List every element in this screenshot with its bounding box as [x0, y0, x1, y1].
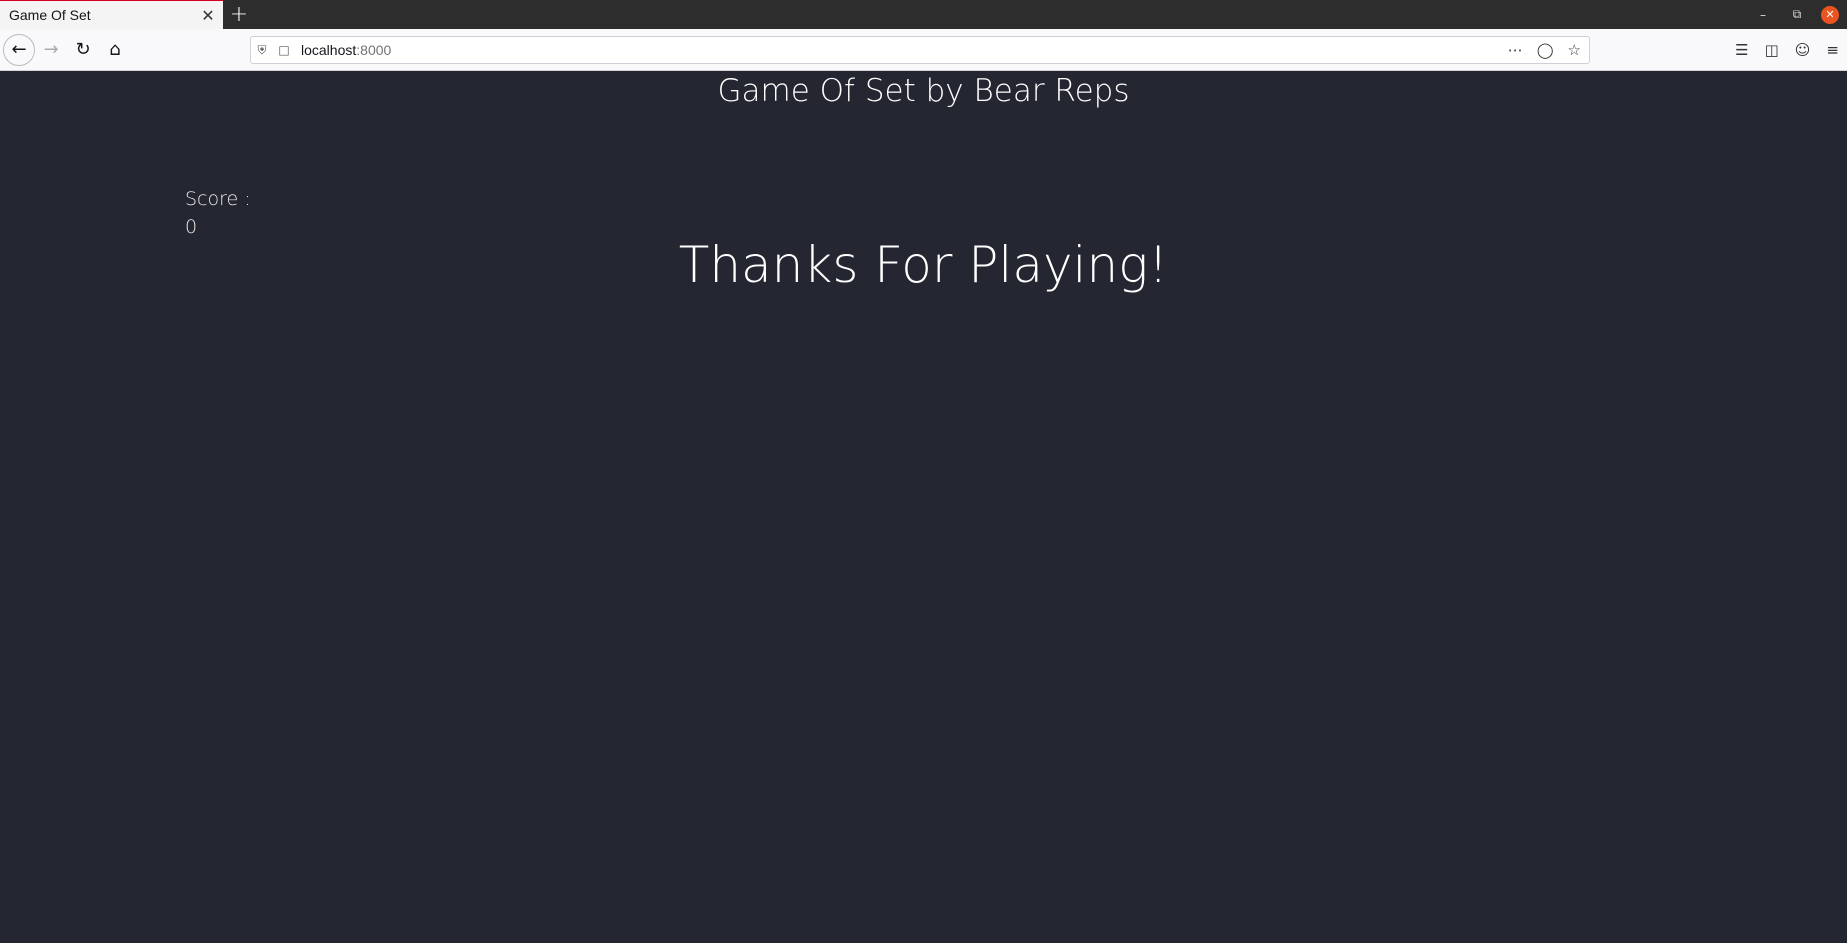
url-actions: ⋯ ◯ ☆: [1508, 41, 1581, 59]
more-actions-icon[interactable]: ⋯: [1508, 41, 1523, 59]
back-arrow-icon[interactable]: ←: [3, 33, 35, 66]
tab-game-of-set[interactable]: Game Of Set ✕: [0, 0, 223, 29]
close-tab-icon[interactable]: ✕: [199, 6, 217, 25]
tab-title: Game Of Set: [9, 7, 91, 23]
page-icon: □: [278, 43, 290, 57]
tab-strip: Game Of Set ✕ + – ⧉ ✕: [0, 0, 1847, 29]
restore-icon[interactable]: ⧉: [1787, 7, 1807, 22]
url-text[interactable]: localhost:8000: [301, 42, 391, 58]
page-title: Game Of Set by Bear Reps: [717, 73, 1130, 109]
shield-icon[interactable]: ⛨: [251, 43, 273, 58]
url-port: :8000: [356, 42, 392, 58]
score-value: 0: [185, 216, 198, 238]
reload-icon[interactable]: ↻: [67, 34, 99, 66]
bookmark-star-icon[interactable]: ☆: [1568, 41, 1581, 59]
score-label: Score :: [185, 188, 251, 210]
minimize-icon[interactable]: –: [1753, 8, 1773, 22]
game-page: Game Of Set by Bear Reps Score : 0 Thank…: [0, 71, 1847, 943]
home-icon[interactable]: ⌂: [99, 34, 131, 66]
library-icon[interactable]: ☰: [1735, 41, 1748, 59]
toolbar-right: ☰ ◫ ☺ ≡: [1735, 41, 1839, 59]
window-controls: – ⧉ ✕: [1753, 0, 1847, 29]
thanks-message: Thanks For Playing!: [678, 236, 1169, 294]
new-tab-button[interactable]: +: [223, 0, 255, 29]
account-icon[interactable]: ☺: [1795, 41, 1811, 59]
navigation-toolbar: ← → ↻ ⌂ ⛨ □ localhost:8000 ⋯ ◯ ☆ ☰ ◫ ☺ ≡: [0, 29, 1847, 71]
url-bar[interactable]: ⛨ □ localhost:8000 ⋯ ◯ ☆: [250, 36, 1590, 64]
sidebar-icon[interactable]: ◫: [1765, 41, 1779, 59]
forward-arrow-icon[interactable]: →: [35, 34, 67, 66]
url-host: localhost: [301, 42, 357, 58]
menu-icon[interactable]: ≡: [1826, 41, 1839, 59]
close-window-icon[interactable]: ✕: [1821, 5, 1839, 24]
pocket-icon[interactable]: ◯: [1537, 41, 1554, 59]
